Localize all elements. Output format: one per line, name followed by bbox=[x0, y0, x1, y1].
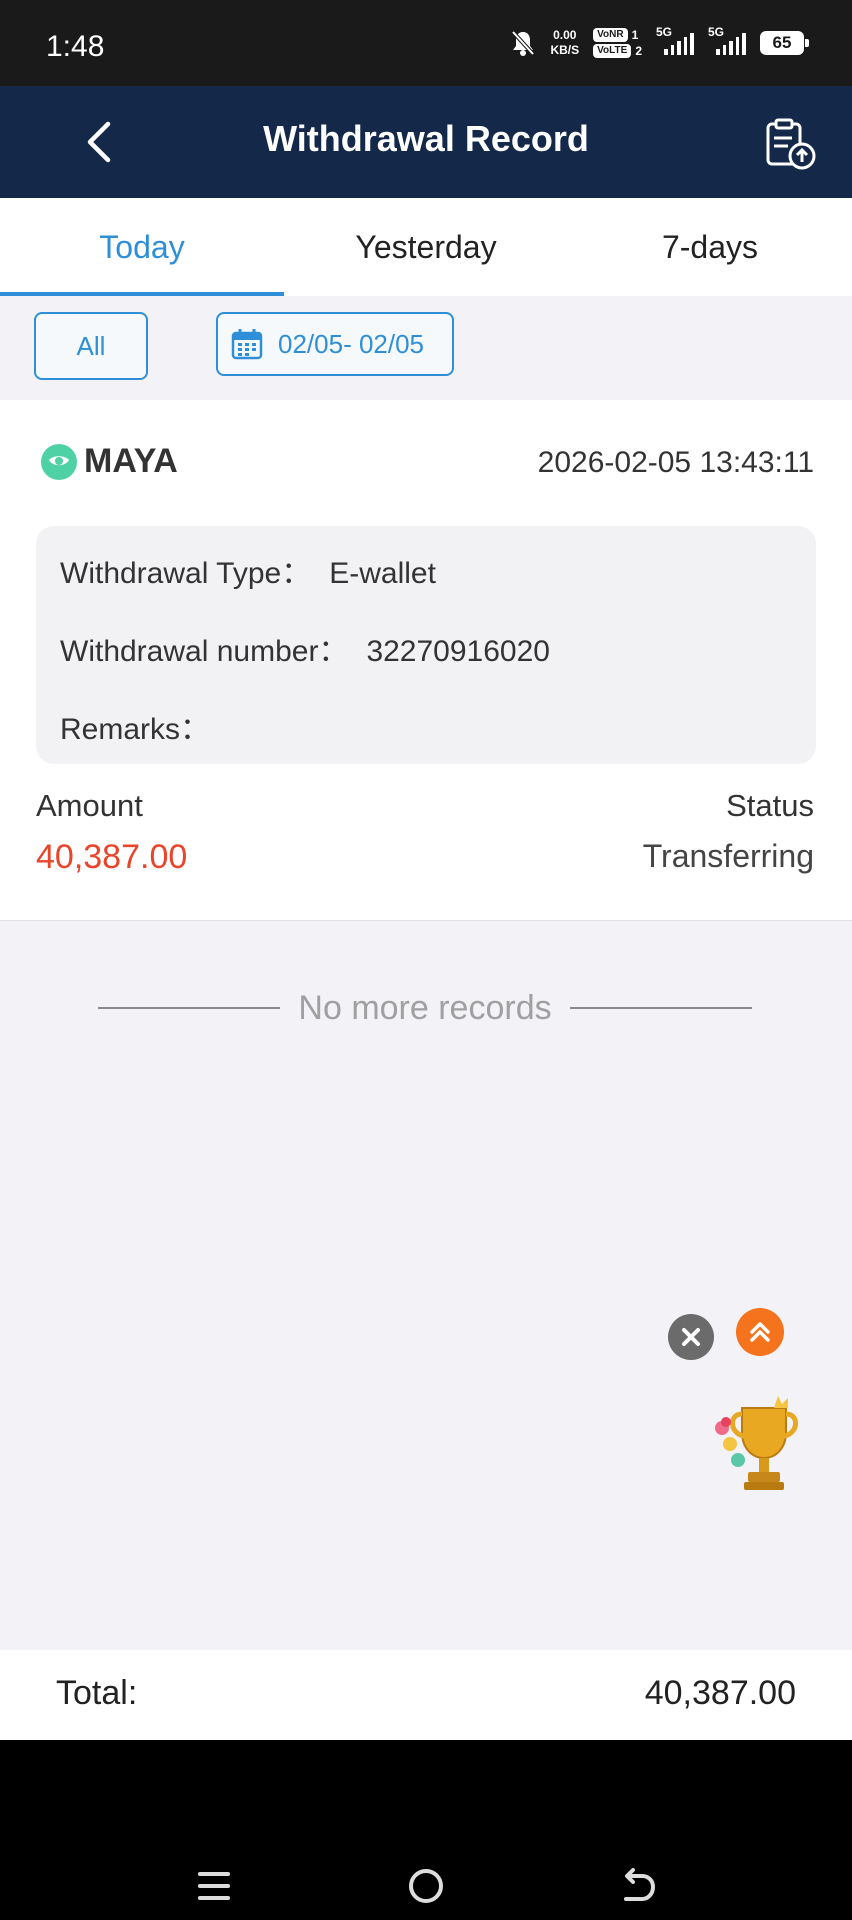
back-nav-button[interactable] bbox=[618, 1866, 658, 1906]
remarks-label: Remarks： bbox=[60, 713, 211, 746]
leaderboard-trophy-button[interactable] bbox=[708, 1388, 808, 1498]
signal-icon-1: 5G bbox=[656, 25, 694, 55]
withdrawal-number-value: 32270916020 bbox=[366, 635, 550, 668]
trophy-icon bbox=[715, 1396, 798, 1490]
close-float-button[interactable] bbox=[668, 1314, 714, 1360]
clipboard-upload-button[interactable] bbox=[762, 116, 818, 172]
tab-yesterday[interactable]: Yesterday bbox=[284, 198, 568, 296]
net-speed: 0.00 KB/S bbox=[550, 29, 579, 57]
record-details: Withdrawal Type： E-wallet Withdrawal numb… bbox=[36, 526, 816, 764]
record-datetime: 2026-02-05 13:43:11 bbox=[537, 446, 814, 479]
signal-icon-2: 5G bbox=[708, 25, 746, 55]
total-bar: Total: 40,387.00 bbox=[0, 1650, 852, 1740]
withdrawal-number-label: Withdrawal number： bbox=[60, 635, 349, 668]
status-time: 1:48 bbox=[46, 30, 105, 63]
volte-badge: VoLTE bbox=[593, 44, 632, 58]
amount-value: 40,387.00 bbox=[36, 838, 188, 876]
remarks-row: Remarks： bbox=[60, 704, 228, 748]
date-range-button[interactable]: 02/05- 02/05 bbox=[216, 312, 454, 376]
date-tabs: Today Yesterday 7-days bbox=[0, 198, 852, 296]
network-type-2: 5G bbox=[708, 25, 725, 39]
divider-left bbox=[98, 1007, 281, 1009]
volte-indicator: VoNR 1 VoLTE 2 bbox=[593, 28, 642, 58]
total-label: Total: bbox=[56, 1674, 138, 1712]
system-nav-bar bbox=[0, 1740, 852, 1920]
home-button[interactable] bbox=[406, 1866, 446, 1906]
status-value: Transferring bbox=[642, 838, 814, 874]
recent-apps-button[interactable] bbox=[194, 1866, 234, 1906]
scroll-top-button[interactable] bbox=[736, 1308, 784, 1356]
chevron-double-up-icon bbox=[750, 1322, 770, 1342]
withdrawal-number-row: Withdrawal number： 32270916020 bbox=[60, 626, 550, 670]
filter-bar: All 02/05- 02/05 bbox=[0, 296, 852, 400]
no-more-records-text: No more records bbox=[298, 988, 552, 1027]
sim2-label: 2 bbox=[635, 43, 642, 58]
close-icon bbox=[682, 1328, 700, 1346]
net-speed-value: 0.00 bbox=[553, 28, 577, 42]
list-end-indicator: No more records bbox=[98, 986, 753, 1030]
vonr-badge: VoNR bbox=[593, 28, 628, 42]
status-icons: 0.00 KB/S VoNR 1 VoLTE 2 5G 5G 65 bbox=[510, 25, 809, 58]
date-range-label: 02/05- 02/05 bbox=[278, 328, 425, 359]
net-speed-unit: KB/S bbox=[550, 43, 580, 57]
home-icon bbox=[409, 1869, 443, 1903]
divider-right bbox=[569, 1007, 753, 1009]
withdrawal-type-value: E-wallet bbox=[329, 557, 436, 590]
payment-brand: MAYA bbox=[40, 442, 178, 481]
filter-all-button[interactable]: All bbox=[34, 312, 148, 380]
battery-icon: 65 bbox=[760, 31, 809, 55]
tab-today[interactable]: Today bbox=[0, 198, 284, 296]
tab-7-days[interactable]: 7-days bbox=[568, 198, 852, 296]
clipboard-upload-icon bbox=[766, 118, 816, 170]
back-nav-icon bbox=[624, 1868, 656, 1901]
withdrawal-record-card[interactable]: MAYA 2026-02-05 13:43:11 Withdrawal Type… bbox=[0, 400, 852, 921]
total-value: 40,387.00 bbox=[644, 1674, 796, 1712]
withdrawal-type-row: Withdrawal Type： E-wallet bbox=[60, 548, 436, 592]
status-bar: 1:48 0.00 KB/S VoNR 1 VoLTE 2 5G 5G 65 bbox=[0, 0, 852, 86]
status-label: Status bbox=[726, 788, 814, 823]
withdrawal-type-label: Withdrawal Type： bbox=[60, 557, 312, 590]
maya-logo-icon bbox=[41, 443, 77, 480]
network-type-1: 5G bbox=[656, 25, 673, 39]
amount-label: Amount bbox=[36, 788, 143, 823]
menu-icon bbox=[198, 1872, 230, 1900]
brand-name: MAYA bbox=[84, 442, 178, 480]
app-header: Withdrawal Record bbox=[0, 86, 852, 198]
calendar-icon bbox=[231, 329, 263, 360]
page-title: Withdrawal Record bbox=[263, 118, 589, 159]
sim1-label: 1 bbox=[631, 27, 639, 42]
mute-bell-icon bbox=[511, 30, 535, 56]
filter-all-label: All bbox=[76, 330, 106, 361]
